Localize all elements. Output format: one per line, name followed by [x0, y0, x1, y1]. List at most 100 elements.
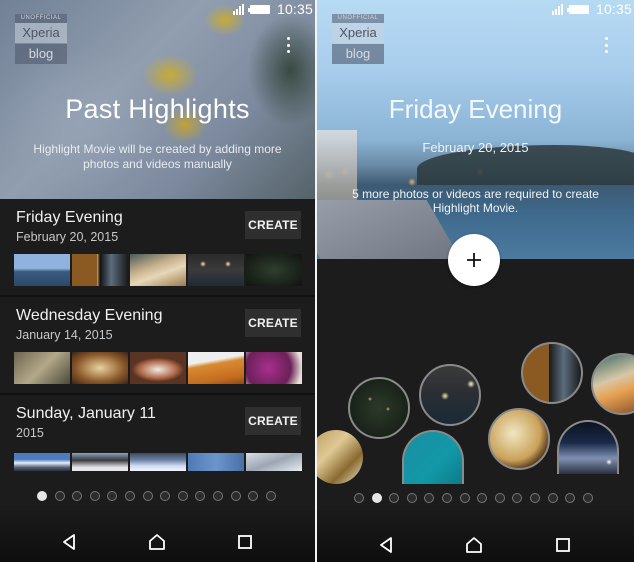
media-bubble[interactable]: [317, 430, 363, 484]
page-dot[interactable]: [441, 493, 452, 503]
media-bubble[interactable]: [591, 353, 634, 415]
watermark-line-2: Xperia: [332, 23, 384, 43]
page-dot[interactable]: [248, 491, 259, 501]
event-date: February 20, 2015: [422, 140, 529, 155]
page-dot[interactable]: [459, 493, 470, 503]
page-dot[interactable]: [72, 491, 83, 501]
recents-button[interactable]: [553, 535, 573, 555]
page-dot[interactable]: [477, 493, 488, 503]
thumbnail[interactable]: [246, 453, 302, 471]
past-highlights-screen: Past Highlights Highlight Movie will be …: [0, 0, 315, 562]
requirement-message: 5 more photos or videos are required to …: [352, 187, 599, 215]
home-button[interactable]: [464, 535, 484, 555]
page-dot[interactable]: [582, 493, 593, 503]
thumbnail-strip: [14, 453, 302, 471]
recents-button[interactable]: [235, 532, 255, 552]
watermark-line-3: blog: [332, 44, 384, 64]
plus-icon: [467, 253, 481, 267]
watermark-line-2: Xperia: [15, 23, 67, 43]
page-dot[interactable]: [195, 491, 206, 501]
home-icon: [466, 537, 482, 553]
page-dot-active[interactable]: [37, 491, 47, 501]
home-button[interactable]: [147, 532, 167, 552]
recents-icon: [238, 535, 252, 549]
event-card[interactable]: Friday Evening February 20, 2015 CREATE: [0, 199, 315, 297]
back-button[interactable]: [59, 532, 79, 552]
event-date: February 20, 2015: [16, 230, 119, 244]
page-dot[interactable]: [142, 491, 153, 501]
media-bubble[interactable]: [557, 420, 619, 474]
page-dot[interactable]: [565, 493, 576, 503]
recents-icon: [556, 538, 570, 552]
clock: 10:35: [276, 1, 313, 17]
media-bubble[interactable]: [488, 408, 550, 470]
page-title: Past Highlights: [65, 94, 250, 124]
thumbnail[interactable]: [246, 352, 302, 384]
back-icon: [63, 534, 75, 550]
page-dot[interactable]: [89, 491, 100, 501]
navigation-bar: [317, 510, 634, 562]
thumbnail[interactable]: [130, 254, 186, 286]
thumbnail-strip: [14, 254, 302, 286]
thumbnail[interactable]: [130, 352, 186, 384]
overflow-menu-icon[interactable]: [285, 37, 291, 53]
event-name: Wednesday Evening: [16, 307, 163, 324]
event-name: Friday Evening: [16, 209, 123, 226]
event-card[interactable]: Wednesday Evening January 14, 2015 CREAT…: [0, 297, 315, 395]
page-dot[interactable]: [389, 493, 400, 503]
watermark-logo: UNOFFICIAL Xperia blog: [15, 14, 67, 64]
create-button[interactable]: CREATE: [245, 211, 301, 239]
thumbnail[interactable]: [72, 254, 128, 286]
page-dot[interactable]: [547, 493, 558, 503]
watermark-line-1: UNOFFICIAL: [332, 14, 384, 23]
watermark-line-1: UNOFFICIAL: [15, 14, 67, 23]
thumbnail[interactable]: [14, 254, 70, 286]
page-dot[interactable]: [406, 493, 417, 503]
media-bubble[interactable]: [521, 342, 583, 404]
status-bar: 10:35: [232, 0, 315, 18]
thumbnail[interactable]: [188, 453, 244, 471]
thumbnail[interactable]: [72, 453, 128, 471]
page-dot[interactable]: [54, 491, 65, 501]
page-dot[interactable]: [354, 493, 364, 503]
page-dot[interactable]: [494, 493, 505, 503]
signal-icon: [551, 3, 563, 15]
add-media-button[interactable]: [448, 234, 500, 286]
thumbnail[interactable]: [14, 453, 70, 471]
page-dot[interactable]: [160, 491, 171, 501]
thumbnail[interactable]: [130, 453, 186, 471]
create-button[interactable]: CREATE: [245, 309, 301, 337]
page-dot[interactable]: [265, 491, 276, 501]
event-card[interactable]: Sunday, January 11 2015 CREATE: [0, 395, 315, 493]
page-dot-active[interactable]: [371, 493, 382, 503]
media-bubble[interactable]: [402, 430, 464, 484]
media-bubble[interactable]: [348, 377, 410, 439]
thumbnail[interactable]: [14, 352, 70, 384]
page-dot[interactable]: [529, 493, 540, 503]
event-date: January 14, 2015: [16, 328, 113, 342]
overflow-menu-icon[interactable]: [603, 37, 609, 53]
home-icon: [149, 534, 165, 550]
page-dot[interactable]: [512, 493, 523, 503]
thumbnail[interactable]: [188, 352, 244, 384]
thumbnail[interactable]: [72, 352, 128, 384]
page-dot[interactable]: [230, 491, 241, 501]
thumbnail[interactable]: [188, 254, 244, 286]
watermark-logo: UNOFFICIAL Xperia blog: [332, 14, 384, 64]
back-icon: [380, 537, 392, 553]
event-name: Sunday, January 11: [16, 405, 156, 422]
page-dot[interactable]: [177, 491, 188, 501]
media-bubble[interactable]: [419, 364, 481, 426]
page-indicator: [37, 491, 276, 501]
thumbnail[interactable]: [246, 254, 302, 286]
thumbnail-strip: [14, 352, 302, 384]
back-button[interactable]: [376, 535, 396, 555]
page-dot[interactable]: [124, 491, 135, 501]
page-dot[interactable]: [424, 493, 435, 503]
battery-icon: [247, 4, 270, 14]
event-title: Friday Evening: [388, 94, 563, 124]
page-dot[interactable]: [107, 491, 118, 501]
navigation-bar: [0, 510, 315, 562]
create-button[interactable]: CREATE: [245, 407, 301, 435]
page-dot[interactable]: [212, 491, 223, 501]
